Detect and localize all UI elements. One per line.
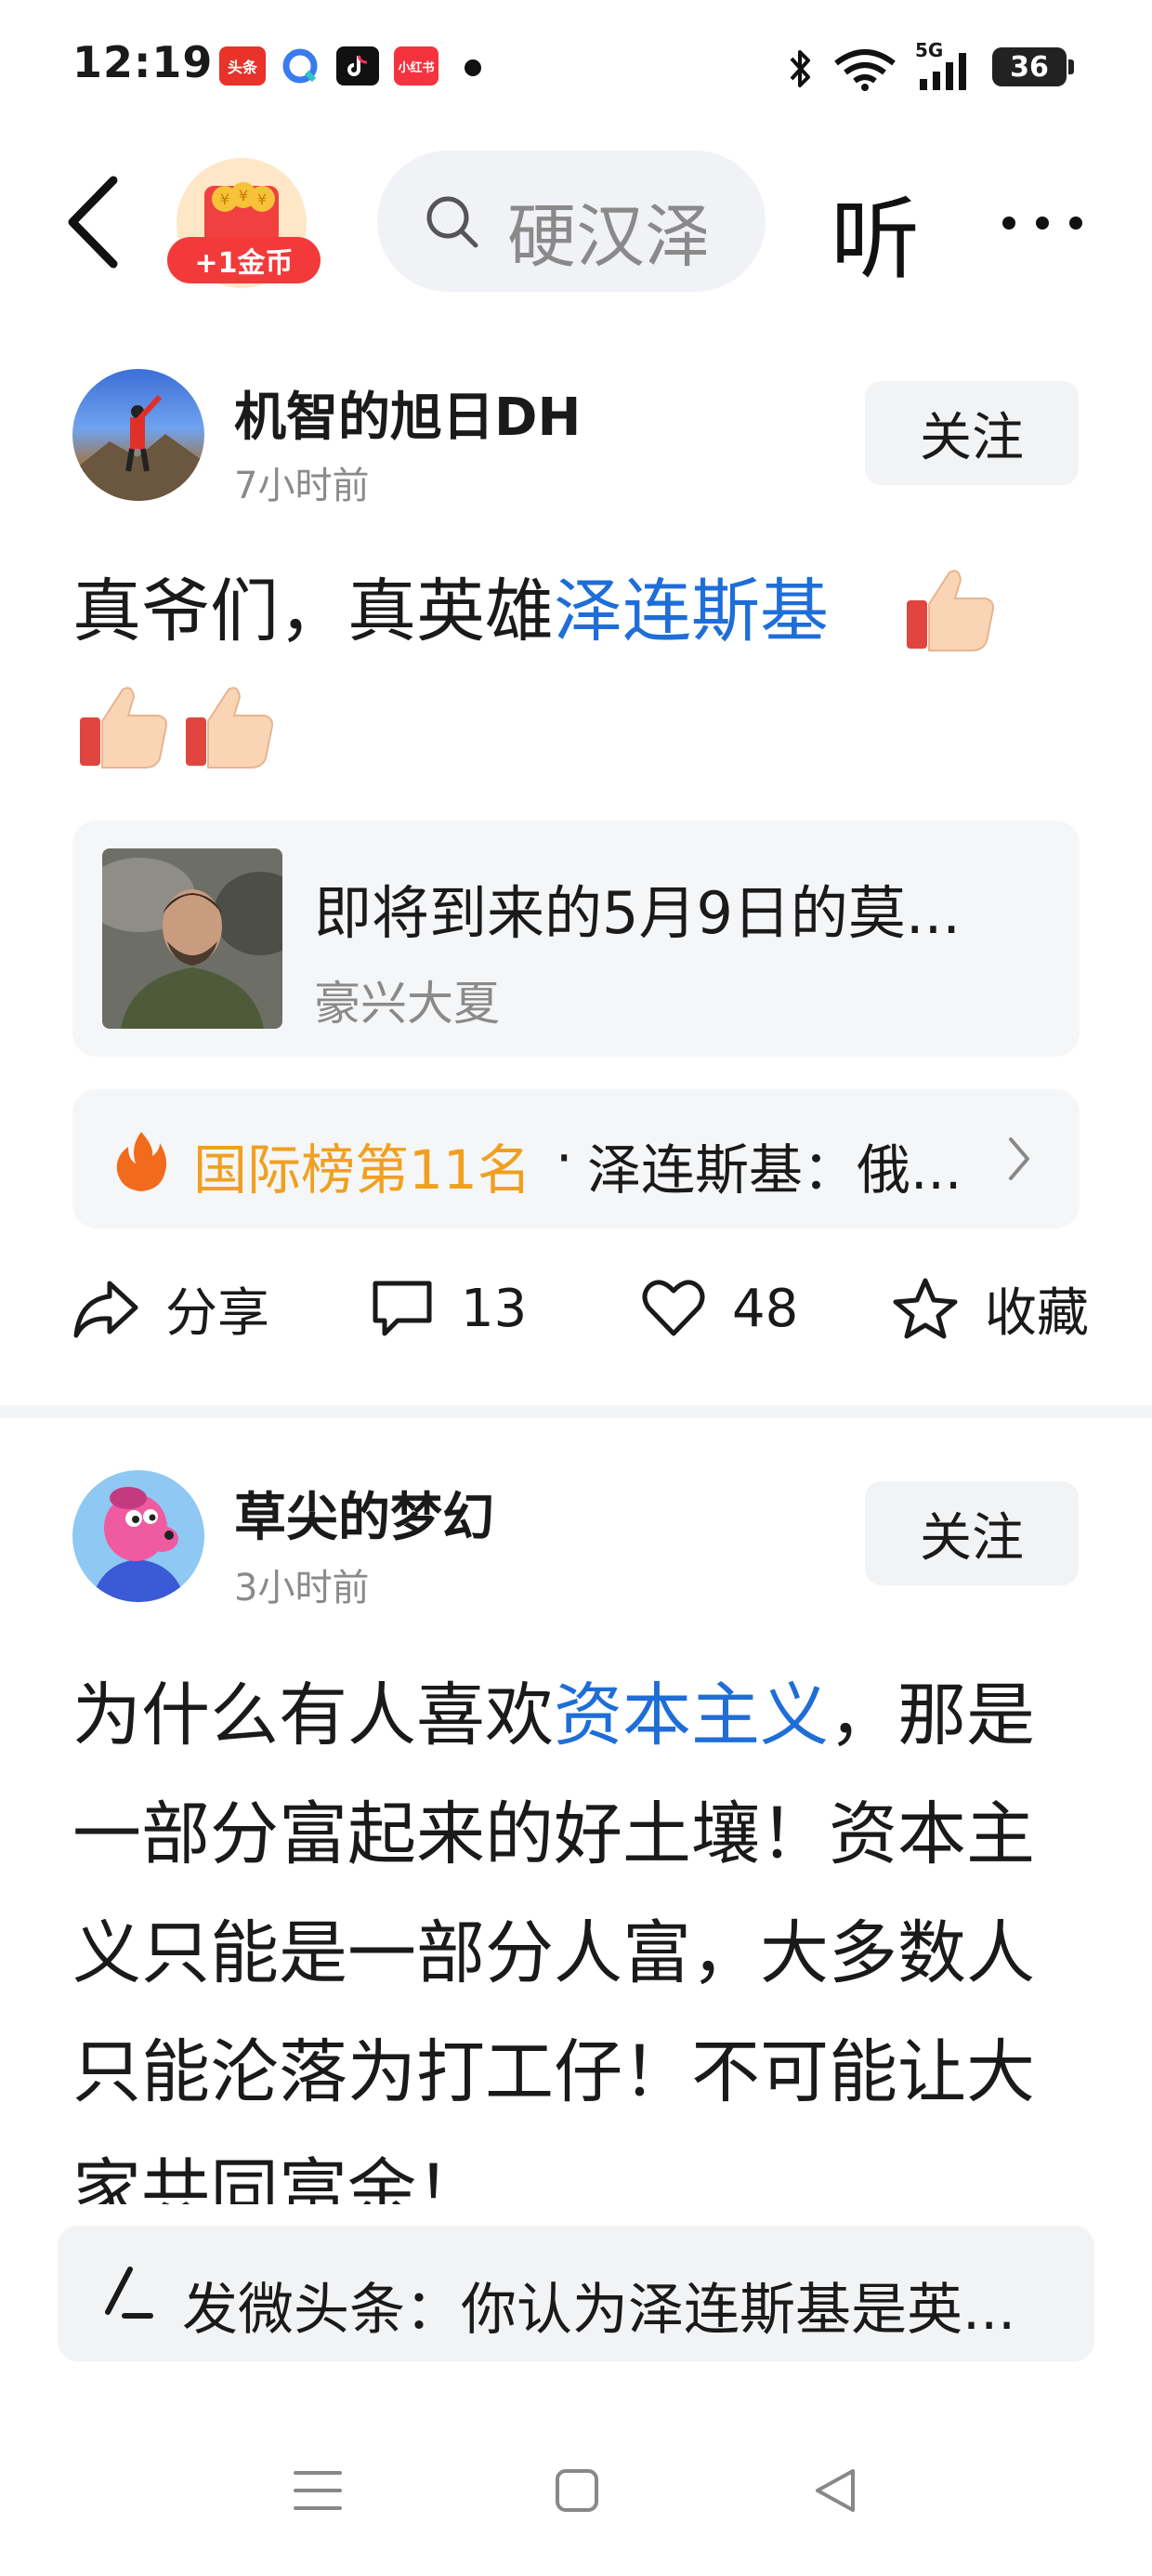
- favorite-button[interactable]: 收藏: [892, 1271, 1089, 1346]
- listen-button[interactable]: 听: [831, 167, 920, 296]
- rank-topic: 泽连斯基：俄...: [587, 1138, 962, 1202]
- browser-app-icon: [281, 46, 320, 85]
- search-icon: [426, 196, 478, 248]
- battery-indicator: 36: [992, 47, 1074, 86]
- post-body-text: 为什么有人喜欢: [72, 1676, 554, 1755]
- post-body[interactable]: 为什么有人喜欢资本主义，那是一部分富起来的好土壤！资本主义只能是一部分人富，大多…: [72, 1656, 1085, 2204]
- share-button[interactable]: 分享: [72, 1271, 269, 1346]
- like-button[interactable]: 48: [641, 1271, 798, 1346]
- post-body-text: 真爷们，真英雄: [72, 572, 554, 651]
- post-body-clip: 为什么有人喜欢资本主义，那是一部分富起来的好土壤！资本主义只能是一部分人富，大多…: [72, 1656, 1085, 2204]
- topic-link[interactable]: 泽连斯基: [554, 572, 829, 651]
- feed-divider: [0, 1405, 1152, 1418]
- star-icon: [893, 1278, 958, 1339]
- xiaohongshu-app-icon: 小红书: [394, 46, 439, 85]
- wifi-icon: [834, 49, 896, 91]
- fire-icon: [116, 1132, 167, 1191]
- like-count: 48: [732, 1278, 799, 1339]
- article-thumbnail: [102, 848, 282, 1029]
- author-name[interactable]: 草尖的梦幻: [234, 1476, 494, 1551]
- author-avatar[interactable]: [72, 369, 204, 501]
- coin-badge[interactable]: +1金币: [167, 237, 321, 283]
- comment-icon: [373, 1281, 432, 1336]
- svg-text:¥: ¥: [239, 187, 248, 204]
- douyin-app-icon: [336, 46, 379, 85]
- post-body[interactable]: 真爷们，真英雄泽连斯基: [72, 552, 829, 671]
- comment-button[interactable]: 13: [370, 1271, 527, 1346]
- follow-button[interactable]: 关注: [865, 1481, 1079, 1585]
- comment-count: 13: [461, 1278, 528, 1339]
- author-name[interactable]: 机智的旭日DH: [234, 375, 581, 451]
- toutiao-app-icon: 头条: [219, 46, 266, 85]
- share-label: 分享: [165, 1282, 269, 1344]
- article-source: 豪兴大夏: [314, 977, 500, 1031]
- author-avatar[interactable]: [72, 1470, 204, 1602]
- post-time: 7小时前: [234, 465, 370, 507]
- system-back-icon[interactable]: [812, 2467, 858, 2514]
- topic-link[interactable]: 资本主义: [554, 1676, 829, 1755]
- compose-prompt[interactable]: 发微头条：你认为泽连斯基是英...: [182, 2265, 1015, 2346]
- svg-text:¥: ¥: [220, 191, 229, 208]
- share-icon: [73, 1281, 138, 1338]
- status-time: 12:19: [72, 37, 214, 87]
- favorite-label: 收藏: [985, 1282, 1089, 1344]
- rank-label: 国际榜第11名: [193, 1138, 531, 1202]
- signal-icon: [920, 53, 966, 90]
- article-title[interactable]: 即将到来的5月9日的莫...: [314, 866, 961, 950]
- menu-icon[interactable]: [292, 2467, 344, 2514]
- thumbs-up-icon: [80, 687, 167, 769]
- rank-separator: ·: [556, 1126, 573, 1189]
- back-icon[interactable]: [59, 173, 124, 271]
- home-icon[interactable]: [554, 2467, 600, 2514]
- search-input[interactable]: 硬汉泽: [507, 181, 706, 281]
- notification-dot-icon: [465, 59, 481, 76]
- thumbs-up-icon: [907, 570, 994, 651]
- follow-button[interactable]: 关注: [865, 381, 1079, 485]
- pen-icon: [105, 2267, 153, 2319]
- bluetooth-icon: [790, 50, 810, 87]
- thumbs-up-icon: [186, 687, 273, 769]
- chevron-right-icon: [1009, 1137, 1029, 1180]
- heart-icon: [642, 1280, 705, 1336]
- svg-text:¥: ¥: [257, 191, 267, 208]
- more-options-icon[interactable]: [998, 210, 1091, 236]
- post-time: 3小时前: [234, 1567, 370, 1610]
